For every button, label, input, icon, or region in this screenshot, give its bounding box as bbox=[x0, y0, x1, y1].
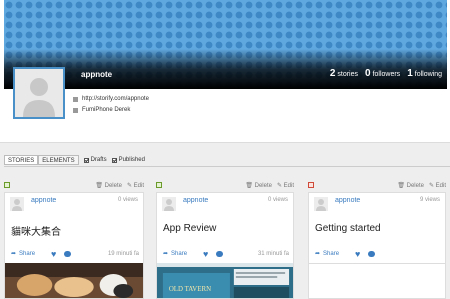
published-filter[interactable]: Published bbox=[111, 157, 145, 163]
published-status-icon bbox=[156, 182, 162, 188]
like-heart-icon[interactable]: ♥ bbox=[51, 250, 56, 259]
cat-photo-thumbnail[interactable] bbox=[5, 263, 143, 299]
card-2-toolbar: 🗑 Delete ✎ Edit bbox=[156, 182, 294, 190]
website-row: http://storify.com/appnote bbox=[73, 94, 149, 105]
tab-elements[interactable]: ELEMENTS bbox=[38, 155, 79, 165]
default-avatar-icon bbox=[314, 197, 328, 211]
share-icon: ➦ bbox=[315, 251, 321, 257]
author-name[interactable]: appnote bbox=[31, 197, 56, 204]
timestamp: 19 minuti fa bbox=[107, 251, 139, 257]
story-title[interactable]: 貓咪大集合 bbox=[11, 223, 61, 238]
author-avatar[interactable] bbox=[10, 197, 24, 211]
stat-stories-count: 2 bbox=[329, 68, 336, 79]
author-avatar[interactable] bbox=[314, 197, 328, 211]
profile-avatar[interactable] bbox=[13, 67, 65, 119]
edit-button[interactable]: ✎ Edit bbox=[429, 182, 446, 189]
home-icon bbox=[73, 97, 78, 102]
tab-stories[interactable]: STORIES bbox=[4, 155, 39, 165]
published-checkbox[interactable] bbox=[111, 157, 117, 163]
view-count: 0 views bbox=[267, 197, 288, 203]
stat-following-label: following bbox=[414, 71, 442, 78]
stat-followers-count: 0 bbox=[365, 68, 371, 79]
published-status-icon bbox=[4, 182, 10, 188]
edit-label: Edit bbox=[283, 183, 294, 189]
profile-info: http://storify.com/appnote FumiPhone Der… bbox=[73, 94, 149, 116]
story-card[interactable]: appnote 0 views 貓咪大集合 ➦ Share ♥ 19 minuti… bbox=[4, 192, 144, 299]
share-button[interactable]: ➦ Share bbox=[163, 250, 188, 258]
delete-label: Delete bbox=[406, 183, 424, 189]
share-label: Share bbox=[171, 250, 188, 257]
like-heart-icon[interactable]: ♥ bbox=[355, 250, 360, 259]
author-name[interactable]: appnote bbox=[183, 197, 208, 204]
facebook-link[interactable]: FumiPhone Derek bbox=[82, 105, 130, 116]
comment-bubble-icon[interactable] bbox=[64, 251, 71, 257]
stat-stories-label: stories bbox=[337, 71, 358, 78]
stat-following[interactable]: 1 following bbox=[407, 68, 442, 79]
share-label: Share bbox=[323, 250, 340, 257]
default-avatar-icon bbox=[15, 69, 63, 117]
drafts-label: Drafts bbox=[90, 157, 107, 163]
profile-stats: 2 stories 0 followers 1 following bbox=[330, 68, 442, 79]
story-card[interactable]: appnote 0 views App Review ➦ Share ♥ 31 m… bbox=[156, 192, 294, 299]
edit-label: Edit bbox=[435, 183, 446, 189]
share-label: Share bbox=[19, 250, 36, 257]
stat-followers[interactable]: 0 followers bbox=[365, 68, 400, 79]
story-card[interactable]: appnote 9 views Getting started ➦ Share ♥ bbox=[308, 192, 446, 299]
edit-button[interactable]: ✎ Edit bbox=[277, 182, 294, 189]
story-tabs: STORIES ELEMENTS Drafts Published bbox=[4, 155, 145, 165]
stat-stories[interactable]: 2 stories bbox=[330, 68, 358, 79]
like-heart-icon[interactable]: ♥ bbox=[203, 250, 208, 259]
default-avatar-icon bbox=[162, 197, 176, 211]
card-actions: 🗑 Delete ✎ Edit bbox=[95, 182, 144, 189]
delete-button[interactable]: 🗑 Delete bbox=[95, 182, 122, 189]
share-icon: ➦ bbox=[163, 251, 169, 257]
delete-button[interactable]: 🗑 Delete bbox=[245, 182, 272, 189]
app-screenshot-thumbnail[interactable]: OLD TAVERN bbox=[157, 263, 293, 299]
comment-bubble-icon[interactable] bbox=[216, 251, 223, 257]
facebook-icon bbox=[73, 108, 78, 113]
drafts-filter[interactable]: Drafts bbox=[83, 157, 107, 163]
author-avatar[interactable] bbox=[162, 197, 176, 211]
edit-label: Edit bbox=[133, 183, 144, 189]
share-button[interactable]: ➦ Share bbox=[11, 250, 36, 258]
story-title[interactable]: Getting started bbox=[315, 223, 381, 234]
card-actions: 🗑 Delete ✎ Edit bbox=[245, 182, 294, 189]
delete-label: Delete bbox=[104, 183, 122, 189]
stat-following-count: 1 bbox=[407, 68, 413, 79]
delete-label: Delete bbox=[254, 183, 272, 189]
share-button[interactable]: ➦ Share bbox=[315, 250, 340, 258]
profile-username[interactable]: appnote bbox=[81, 70, 112, 79]
drafts-checkbox[interactable] bbox=[83, 157, 89, 163]
facebook-row: FumiPhone Derek bbox=[73, 105, 149, 116]
tabs-divider bbox=[4, 166, 450, 167]
author-name[interactable]: appnote bbox=[335, 197, 360, 204]
card-3-toolbar: 🗑 Delete ✎ Edit bbox=[308, 182, 446, 190]
comment-bubble-icon[interactable] bbox=[368, 251, 375, 257]
view-count: 9 views bbox=[419, 197, 440, 203]
default-avatar-icon bbox=[10, 197, 24, 211]
story-title[interactable]: App Review bbox=[163, 223, 216, 234]
website-link[interactable]: http://storify.com/appnote bbox=[82, 94, 149, 105]
draft-status-icon bbox=[308, 182, 314, 188]
delete-button[interactable]: 🗑 Delete bbox=[397, 182, 424, 189]
stat-followers-label: followers bbox=[372, 71, 401, 78]
card-1-toolbar: 🗑 Delete ✎ Edit bbox=[4, 182, 144, 190]
share-icon: ➦ bbox=[11, 251, 17, 257]
empty-thumbnail bbox=[309, 263, 445, 298]
profile-header: appnote 2 stories 0 followers 1 following h… bbox=[0, 0, 450, 143]
thumb-caption: OLD TAVERN bbox=[169, 285, 211, 293]
published-label: Published bbox=[118, 157, 145, 163]
timestamp: 31 minuti fa bbox=[257, 251, 289, 257]
edit-button[interactable]: ✎ Edit bbox=[127, 182, 144, 189]
view-count: 0 views bbox=[117, 197, 138, 203]
card-actions: 🗑 Delete ✎ Edit bbox=[397, 182, 446, 189]
